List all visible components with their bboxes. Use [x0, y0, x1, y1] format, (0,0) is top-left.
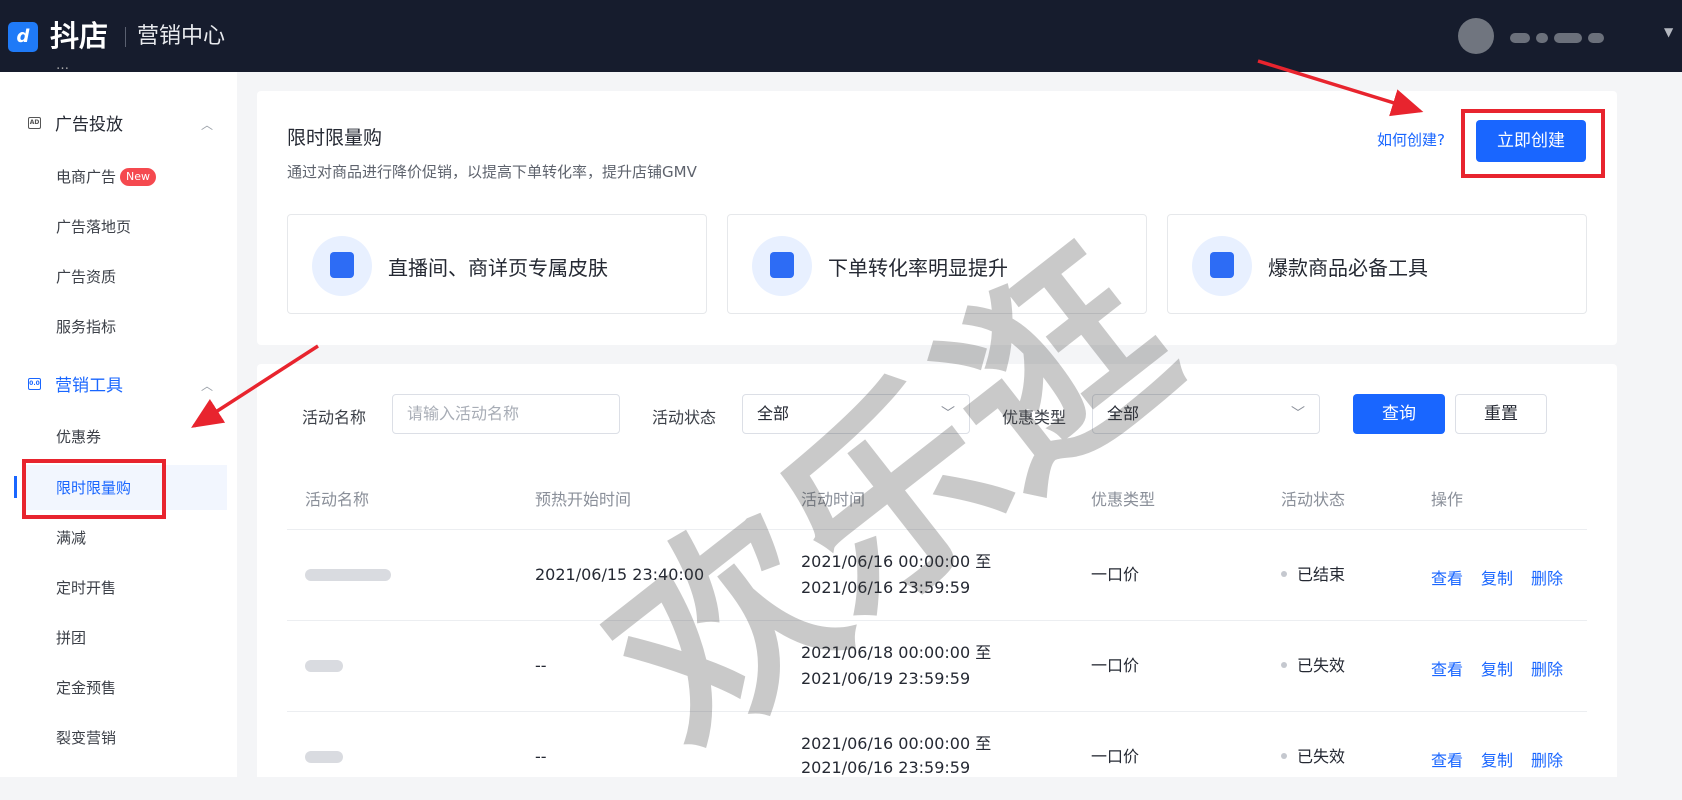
marketing-icon: 0.0: [28, 377, 41, 390]
sidebar-item-faded: …: [56, 58, 69, 73]
sidebar-item-deposit-presale[interactable]: 定金预售: [56, 677, 116, 699]
growth-chart-icon: [752, 236, 812, 296]
activity-name-input[interactable]: 请输入活动名称: [392, 394, 620, 434]
activity-status-select[interactable]: 全部 ﹀: [742, 394, 970, 434]
doudian-logo-icon[interactable]: d: [8, 22, 38, 52]
table-divider: [287, 711, 1587, 712]
sidebar-item-ecommerce-ads[interactable]: 电商广告 New: [56, 166, 157, 188]
chevron-up-icon[interactable]: ︿: [201, 116, 213, 133]
status-badge: 已结束: [1281, 562, 1345, 588]
highlight-box-flash-sale: [22, 459, 166, 519]
discount-type: 一口价: [1091, 656, 1140, 675]
query-button[interactable]: 查询: [1353, 394, 1445, 434]
user-menu-caret-icon[interactable]: ▼: [1664, 25, 1673, 39]
copy-link[interactable]: 复制: [1481, 656, 1513, 680]
delete-link[interactable]: 删除: [1531, 565, 1563, 589]
feature-card-bestseller: 爆款商品必备工具: [1167, 214, 1587, 314]
sidebar-group-marketing[interactable]: 0.0 营销工具: [28, 371, 123, 396]
filter-name-label: 活动名称: [302, 408, 367, 427]
view-link[interactable]: 查看: [1431, 656, 1463, 680]
status-badge: 已失效: [1281, 744, 1345, 770]
sidebar-group-ad[interactable]: AD 广告投放: [28, 110, 123, 135]
preheat-time: 2021/06/15 23:40:00: [535, 565, 705, 584]
table-divider: [287, 529, 1587, 530]
feature-card-conversion: 下单转化率明显提升: [727, 214, 1147, 314]
activity-time-start: 2021/06/16 00:00:00 至: [801, 734, 992, 753]
select-value: 全部: [1107, 404, 1140, 423]
activity-name-blurred: [305, 751, 343, 763]
column-header-name: 活动名称: [305, 490, 370, 509]
activity-list-card: 活动名称 请输入活动名称 活动状态 全部 ﹀ 优惠类型 全部 ﹀ 查询 重置 活…: [257, 364, 1617, 777]
brand-subtitle: 营销中心: [137, 24, 226, 49]
view-link[interactable]: 查看: [1431, 747, 1463, 771]
column-header-time: 活动时间: [801, 490, 866, 509]
activity-time-start: 2021/06/16 00:00:00 至: [801, 552, 992, 571]
activity-time-end: 2021/06/16 23:59:59: [801, 758, 971, 777]
activity-time-start: 2021/06/18 00:00:00 至: [801, 643, 992, 662]
chevron-up-icon[interactable]: ︿: [201, 377, 213, 394]
delete-link[interactable]: 删除: [1531, 747, 1563, 771]
discount-type: 一口价: [1091, 747, 1140, 766]
column-header-preheat: 预热开始时间: [535, 490, 632, 509]
activity-time-end: 2021/06/16 23:59:59: [801, 578, 971, 597]
sidebar-group-label: 广告投放: [55, 115, 123, 135]
highlight-box-create: [1461, 109, 1605, 178]
activity-time-end: 2021/06/19 23:59:59: [801, 669, 971, 688]
sidebar-item-fission-marketing[interactable]: 裂变营销: [56, 727, 116, 749]
top-navigation-bar: d 抖店 营销中心 ▼: [0, 0, 1682, 72]
user-avatar[interactable]: [1458, 18, 1494, 54]
column-header-type: 优惠类型: [1091, 490, 1156, 509]
select-value: 全部: [757, 404, 790, 423]
chevron-down-icon: ﹀: [941, 406, 955, 422]
cart-icon: [312, 236, 372, 296]
sidebar-item-label: 电商广告: [56, 168, 117, 186]
filter-status-label: 活动状态: [652, 408, 717, 427]
status-badge: 已失效: [1281, 653, 1345, 679]
sidebar-item-landing-page[interactable]: 广告落地页: [56, 216, 131, 238]
sidebar: … AD 广告投放 ︿ 电商广告 New 广告落地页 广告资质 服务指标 0.0 …: [0, 58, 237, 777]
sidebar-group-label: 营销工具: [55, 376, 123, 396]
intro-card: 限时限量购 通过对商品进行降价促销，以提高下单转化率，提升店铺GMV 如何创建?…: [257, 91, 1617, 345]
brand-divider: [125, 27, 126, 47]
brand-name: 抖店: [50, 19, 109, 53]
sidebar-selected-indicator: [14, 476, 17, 498]
delete-link[interactable]: 删除: [1531, 656, 1563, 680]
view-link[interactable]: 查看: [1431, 565, 1463, 589]
user-name-blurred[interactable]: [1510, 27, 1646, 43]
sidebar-item-service-metrics[interactable]: 服务指标: [56, 316, 116, 338]
copy-link[interactable]: 复制: [1481, 565, 1513, 589]
reset-button[interactable]: 重置: [1455, 394, 1547, 434]
copy-link[interactable]: 复制: [1481, 747, 1513, 771]
shopping-bag-icon: [1192, 236, 1252, 296]
discount-type: 一口价: [1091, 565, 1140, 584]
feature-text: 爆款商品必备工具: [1268, 256, 1428, 280]
column-header-status: 活动状态: [1281, 490, 1346, 509]
activity-name-blurred: [305, 660, 343, 672]
filter-type-label: 优惠类型: [1002, 408, 1067, 427]
page-title: 限时限量购: [287, 127, 383, 149]
activity-name-blurred: [305, 569, 391, 581]
page-description: 通过对商品进行降价促销，以提高下单转化率，提升店铺GMV: [287, 163, 697, 181]
feature-text: 下单转化率明显提升: [828, 256, 1008, 280]
sidebar-item-scheduled-sale[interactable]: 定时开售: [56, 577, 116, 599]
sidebar-item-full-reduction[interactable]: 满减: [56, 527, 86, 549]
feature-text: 直播间、商详页专属皮肤: [388, 256, 608, 280]
discount-type-select[interactable]: 全部 ﹀: [1092, 394, 1320, 434]
ad-icon: AD: [28, 116, 41, 129]
sidebar-item-ad-qualification[interactable]: 广告资质: [56, 266, 116, 288]
sidebar-item-coupon[interactable]: 优惠券: [56, 426, 101, 448]
preheat-time: --: [535, 747, 547, 766]
feature-card-skin: 直播间、商详页专属皮肤: [287, 214, 707, 314]
how-to-create-link[interactable]: 如何创建?: [1377, 129, 1445, 150]
table-divider: [287, 620, 1587, 621]
sidebar-item-group-buy[interactable]: 拼团: [56, 627, 86, 649]
column-header-actions: 操作: [1431, 490, 1464, 509]
preheat-time: --: [535, 656, 547, 675]
new-badge: New: [120, 168, 157, 186]
chevron-down-icon: ﹀: [1291, 406, 1305, 422]
